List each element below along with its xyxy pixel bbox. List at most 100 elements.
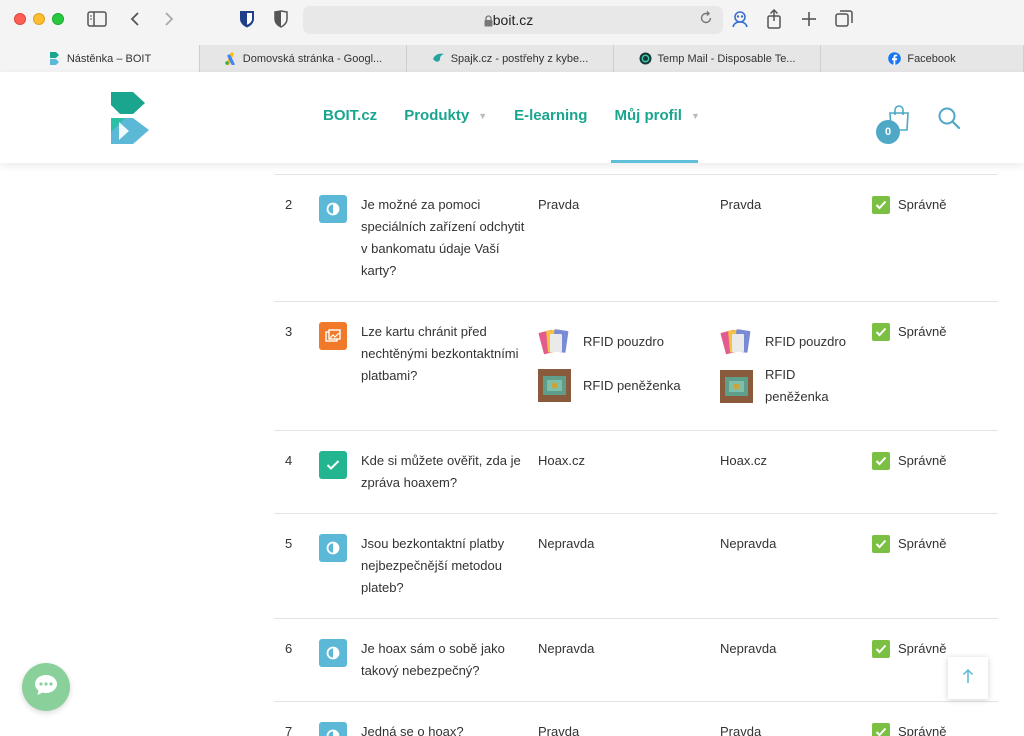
checkmark-icon <box>872 640 890 658</box>
browser-toolbar: boit.cz <box>0 0 1024 42</box>
answer-item-label: RFID peněženka <box>583 377 681 393</box>
question-text: Je možné za pomoci speciálních zařízení … <box>361 197 525 278</box>
correct-answer: Pravda <box>720 724 762 736</box>
tab-overview-icon[interactable] <box>833 8 855 30</box>
checkmark-icon <box>872 196 890 214</box>
user-answer: Pravda <box>538 724 580 736</box>
extension-icon[interactable] <box>729 8 751 30</box>
question-number: 6 <box>285 641 293 656</box>
chat-bubble-icon <box>33 673 59 702</box>
user-answer: Nepravda <box>538 536 595 551</box>
checkmark-icon <box>872 323 890 341</box>
nav-item-produkty[interactable]: Produkty ▼ <box>404 107 487 124</box>
share-icon[interactable] <box>763 8 785 30</box>
tab-facebook[interactable]: Facebook <box>821 45 1024 72</box>
user-answer: Hoax.cz <box>538 453 585 468</box>
scroll-to-top-button[interactable] <box>948 657 988 699</box>
nav-label: Produkty <box>404 107 470 124</box>
rfid-wallet-image <box>538 369 571 402</box>
result-status: Správně <box>872 321 946 343</box>
result-label: Správně <box>898 324 947 339</box>
user-answer: Pravda <box>538 197 580 212</box>
address-bar[interactable]: boit.cz <box>303 6 723 34</box>
active-nav-indicator <box>611 160 698 163</box>
user-answer: Nepravda <box>538 641 595 656</box>
true-false-icon <box>319 534 347 562</box>
question-number: 2 <box>285 197 293 212</box>
forward-icon[interactable] <box>158 8 180 30</box>
reload-icon[interactable] <box>699 11 713 28</box>
url-text: boit.cz <box>492 12 534 28</box>
image-choice-icon <box>319 322 347 350</box>
question-text: Jsou bezkontaktní platby nejbezpečnější … <box>361 536 505 595</box>
site-header: BOIT.cz Produkty ▼ E-learning Můj profil… <box>0 72 1024 163</box>
true-false-icon <box>319 639 347 667</box>
cart-count-badge[interactable]: 0 <box>876 120 900 144</box>
table-row: 2 Je možné za pomoci speciálních zařízen… <box>274 174 998 301</box>
bitwarden-shield-icon[interactable] <box>236 8 258 30</box>
tab-label: Nástěnka – BOIT <box>66 52 152 65</box>
question-number: 7 <box>285 724 293 736</box>
true-false-icon <box>319 722 347 736</box>
tab-label: Domovská stránka - Googl... <box>242 52 383 65</box>
close-window-button[interactable] <box>14 13 26 25</box>
spajk-favicon-icon <box>432 52 445 65</box>
nav-label: BOIT.cz <box>323 107 378 124</box>
tab-bar: Nástěnka – BOIT Domovská stránka - Googl… <box>0 45 1024 72</box>
tab-label: Spajk.cz - postřehy z kybe... <box>450 52 589 65</box>
nav-item-boit[interactable]: BOIT.cz <box>323 107 377 124</box>
search-icon[interactable] <box>937 106 961 130</box>
table-row: 5 Jsou bezkontaktní platby nejbezpečnějš… <box>274 513 998 618</box>
question-text: Lze kartu chránit před nechtěnými bezkon… <box>361 324 519 383</box>
question-text: Kde si můžete ověřit, zda je zpráva hoax… <box>361 453 521 490</box>
answer-item-label: RFID peněženka <box>765 367 829 404</box>
sidebar-toggle-icon[interactable] <box>86 8 108 30</box>
true-false-icon <box>319 195 347 223</box>
new-tab-icon[interactable] <box>798 8 820 30</box>
table-row: 7 Jedná se o hoax? Pravda Pravda Správně <box>274 701 998 736</box>
nav-item-e-learning[interactable]: E-learning <box>514 107 587 124</box>
tab-spajk[interactable]: Spajk.cz - postřehy z kybe... <box>407 45 614 72</box>
nav-label: E-learning <box>514 107 588 124</box>
result-label: Správně <box>898 641 947 656</box>
google-ads-favicon-icon <box>224 52 237 66</box>
privacy-shield-icon[interactable] <box>270 8 292 30</box>
question-number: 4 <box>285 453 293 468</box>
result-status: Správně <box>872 194 946 216</box>
answer-option: RFID peněženka <box>538 369 708 402</box>
minimize-window-button[interactable] <box>33 13 45 25</box>
checkmark-icon <box>872 452 890 470</box>
tab-label: Temp Mail - Disposable Te... <box>657 52 796 65</box>
rfid-pouch-image <box>538 325 571 358</box>
answer-option: RFID peněženka <box>720 364 860 408</box>
user-answer: RFID pouzdro RFID peněženka <box>538 325 708 402</box>
correct-answer: Hoax.cz <box>720 453 767 468</box>
correct-answer: RFID pouzdro RFID peněženka <box>720 325 860 408</box>
tab-temp-mail[interactable]: Temp Mail - Disposable Te... <box>614 45 821 72</box>
checkmark-icon <box>872 723 890 736</box>
correct-answer: Pravda <box>720 197 762 212</box>
question-number: 5 <box>285 536 293 551</box>
tab-nastenka[interactable]: Nástěnka – BOIT <box>0 45 200 72</box>
chat-button[interactable] <box>22 663 70 711</box>
nav-label: Můj profil <box>614 107 682 124</box>
boit-favicon-icon <box>48 52 61 65</box>
browser-chrome: boit.cz Nástěnka – BOIT Domovská stránka… <box>0 0 1024 72</box>
result-status: Správně <box>872 721 946 736</box>
rfid-wallet-image <box>720 369 753 403</box>
answer-option: RFID pouzdro <box>720 325 860 358</box>
caret-down-icon: ▼ <box>690 110 700 121</box>
tab-label: Facebook <box>907 52 956 65</box>
table-row: 4 Kde si můžete ověřit, zda je zpráva ho… <box>274 430 998 513</box>
maximize-window-button[interactable] <box>52 13 64 25</box>
quiz-results: 2 Je možné za pomoci speciálních zařízen… <box>0 163 1024 736</box>
caret-down-icon: ▼ <box>478 110 488 121</box>
table-row: 6 Je hoax sám o sobě jako takový nebezpe… <box>274 618 998 701</box>
facebook-favicon-icon <box>888 52 902 65</box>
back-icon[interactable] <box>124 8 146 30</box>
main-nav: BOIT.cz Produkty ▼ E-learning Můj profil… <box>323 107 727 124</box>
boit-logo[interactable] <box>111 92 151 144</box>
nav-item-muj-profil[interactable]: Můj profil ▼ <box>614 107 699 124</box>
tab-google-ads[interactable]: Domovská stránka - Googl... <box>200 45 407 72</box>
result-label: Správně <box>898 724 947 736</box>
